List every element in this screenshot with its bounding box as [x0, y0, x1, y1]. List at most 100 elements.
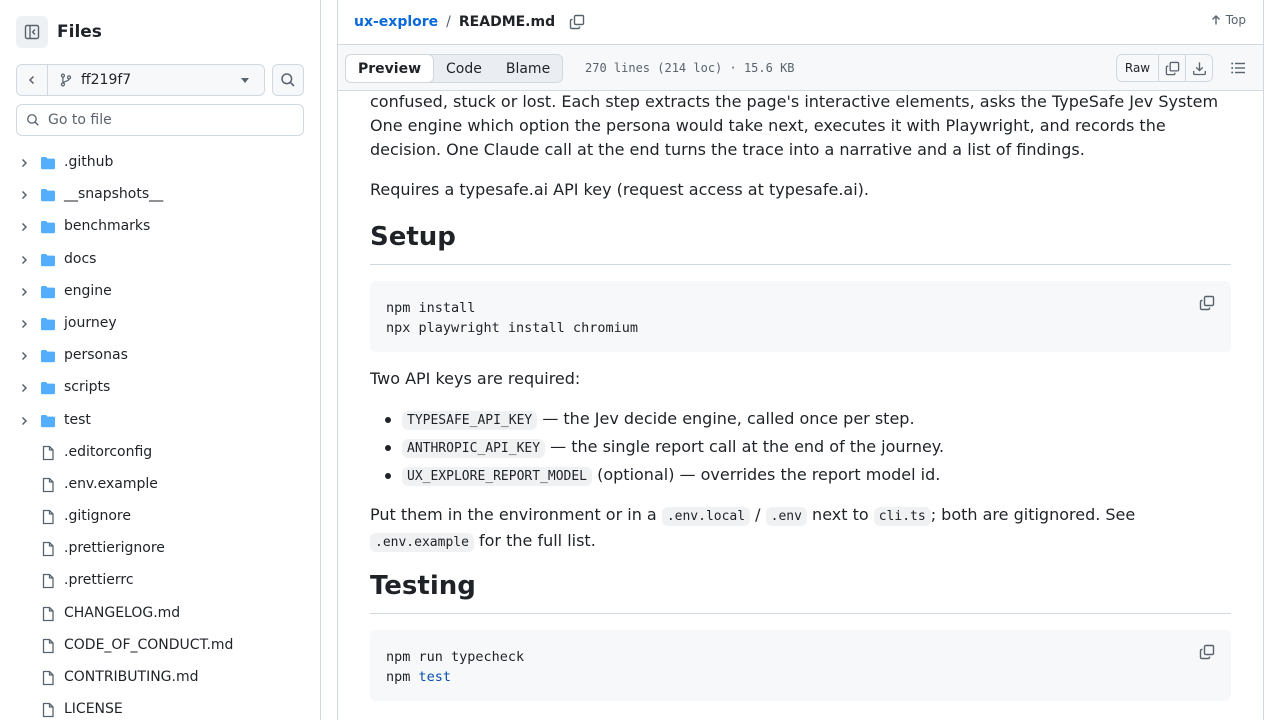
tree-item-label: LICENSE [64, 701, 123, 718]
sidebar-title: Files [57, 22, 102, 42]
list-item: ANTHROPIC_API_KEY — the single report ca… [370, 433, 944, 461]
text-run: Put them in the environment or in a [370, 505, 662, 524]
app: Files ff219f7 Go to file .github __snaps… [0, 0, 1280, 720]
collapse-sidebar-button[interactable] [16, 16, 48, 48]
tree-file[interactable]: LICENSE [0, 694, 320, 720]
tab-preview[interactable]: Preview [345, 54, 435, 83]
text-run: ; both are gitignored. See [930, 505, 1136, 524]
tree-item-label: benchmarks [64, 218, 151, 235]
tree-folder[interactable]: scripts [0, 372, 320, 404]
breadcrumb-repo-link[interactable]: ux-explore [354, 14, 438, 30]
tree-item-label: .github [64, 154, 114, 170]
chevron-right-icon [21, 255, 28, 264]
sidebar-collapse-icon [24, 24, 40, 40]
view-mode-tabs: Preview Code Blame [345, 54, 564, 83]
back-button[interactable] [17, 65, 48, 95]
breadcrumb: ux-explore / README.md [354, 12, 585, 32]
file-header: Preview Code Blame 270 lines (214 loc) ·… [337, 44, 1264, 91]
file-icon [42, 509, 54, 525]
file-meta: 270 lines (214 loc) · 15.6 KB [585, 61, 795, 75]
tree-folder[interactable]: __snapshots__ [0, 179, 320, 211]
caret-down-icon [241, 78, 249, 83]
branch-name: ff219f7 [81, 72, 132, 88]
tree-file[interactable]: .prettierrc [0, 565, 320, 597]
folder-icon [41, 253, 55, 266]
copy-code-button[interactable] [1199, 643, 1215, 667]
code-line: npm [386, 669, 419, 685]
tree-item-label: CONTRIBUTING.md [64, 669, 199, 685]
file-icon [42, 606, 54, 621]
file-icon [42, 670, 54, 686]
tree-item-label: .prettierrc [64, 572, 134, 589]
chevron-right-icon [21, 191, 28, 200]
code-line: npx playwright install chromium [386, 320, 638, 336]
tree-file[interactable]: .gitignore [0, 501, 320, 533]
tree-folder[interactable]: engine [0, 276, 320, 308]
tree-item-label: __snapshots__ [64, 186, 164, 203]
tree-item-label: .editorconfig [64, 443, 153, 460]
branch-selector[interactable]: ff219f7 [48, 65, 264, 95]
copy-icon [1199, 644, 1215, 660]
tree-file[interactable]: .prettierignore [0, 533, 320, 565]
folder-icon [41, 189, 55, 202]
code-keyword: test [418, 669, 452, 685]
tree-folder[interactable]: personas [0, 340, 320, 372]
back-to-top-button[interactable]: Top [1210, 13, 1246, 27]
code-text: npm install npx playwright install chrom… [386, 298, 638, 338]
chevron-right-icon [21, 223, 28, 232]
inline-code: .env [765, 507, 807, 526]
tree-item-label: scripts [64, 379, 111, 396]
copy-path-button[interactable] [569, 14, 585, 30]
go-to-file-input[interactable] [48, 112, 288, 128]
inline-code: .env.local [661, 507, 751, 526]
raw-button[interactable]: Raw [1117, 55, 1158, 81]
readme-paragraph: confused, stuck or lost. Each step extra… [370, 92, 1219, 159]
chevron-right-icon [21, 158, 28, 168]
heading-divider [370, 264, 1231, 265]
search-button[interactable] [272, 64, 304, 96]
tree-folder[interactable]: journey [0, 308, 320, 340]
tree-file[interactable]: CODE_OF_CONDUCT.md [0, 630, 320, 662]
back-to-top-label: Top [1225, 13, 1246, 27]
chevron-left-icon [28, 75, 35, 85]
file-view: ux-explore / README.md Top Preview Code … [337, 0, 1264, 720]
text-run: / [750, 505, 766, 524]
tab-blame[interactable]: Blame [494, 55, 562, 82]
tree-item-label: .gitignore [64, 508, 131, 525]
search-icon [27, 114, 39, 126]
readme-paragraph: Put them in the environment or in a .env… [370, 503, 1231, 555]
copy-raw-button[interactable] [1158, 55, 1185, 81]
download-button[interactable] [1185, 55, 1212, 81]
tree-item-label: .prettierignore [64, 540, 165, 557]
git-branch-icon [60, 73, 72, 87]
code-line: npm run typecheck [386, 649, 525, 665]
outline-button[interactable] [1230, 60, 1246, 80]
tree-folder[interactable]: benchmarks [0, 211, 320, 243]
tree-file[interactable]: CONTRIBUTING.md [0, 662, 320, 694]
tree-folder[interactable]: test [0, 405, 320, 437]
tree-folder[interactable]: docs [0, 244, 320, 276]
tree-file[interactable]: .editorconfig [0, 437, 320, 469]
code-block-setup: npm install npx playwright install chrom… [370, 281, 1231, 352]
text-run: for the full list. [473, 531, 596, 550]
folder-icon [41, 285, 55, 298]
list-item-text: — the Jev decide engine, called once per… [537, 409, 915, 428]
tree-folder[interactable]: .github [0, 147, 320, 179]
heading-testing: Testing [370, 571, 476, 601]
tab-code[interactable]: Code [434, 55, 494, 82]
tree-file[interactable]: CHANGELOG.md [0, 598, 320, 630]
readme-paragraph: Two API keys are required: [370, 369, 581, 388]
folder-icon [41, 350, 55, 363]
tree-item-label: CODE_OF_CONDUCT.md [64, 636, 234, 653]
copy-icon [569, 14, 585, 30]
folder-icon [41, 317, 55, 331]
folder-icon [41, 157, 55, 170]
tree-file[interactable]: .env.example [0, 469, 320, 501]
folder-icon [41, 382, 55, 395]
copy-code-button[interactable] [1199, 294, 1215, 318]
breadcrumb-separator: / [446, 14, 451, 30]
folder-icon [41, 414, 55, 427]
go-to-file-box [16, 104, 304, 136]
api-key-list: TYPESAFE_API_KEY — the Jev decide engine… [370, 405, 944, 489]
list-outline-icon [1231, 62, 1245, 74]
